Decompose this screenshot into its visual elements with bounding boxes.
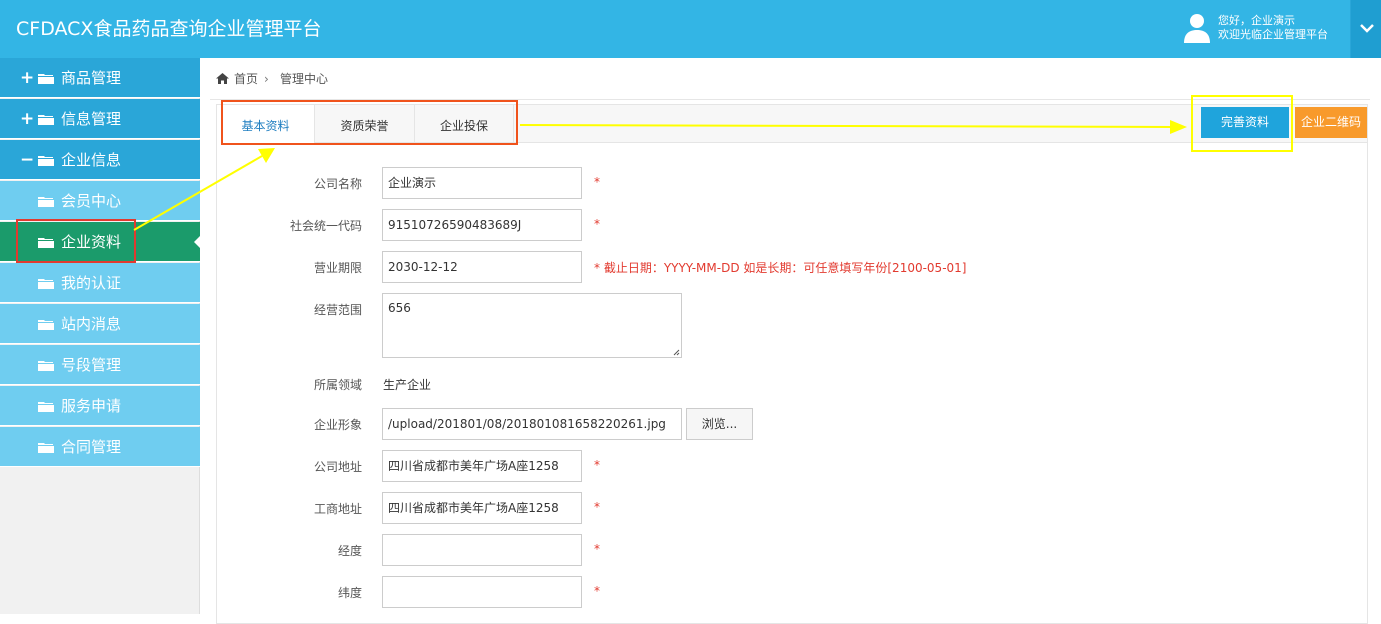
home-icon bbox=[216, 73, 229, 84]
business-scope-value: 656 bbox=[388, 301, 411, 315]
welcome-text: 欢迎光临企业管理平台 bbox=[1218, 28, 1328, 41]
required-mark: * bbox=[594, 217, 600, 231]
folder-icon bbox=[38, 279, 54, 289]
credit-code-label: 社会统一代码 bbox=[289, 219, 362, 233]
user-menu-toggle[interactable] bbox=[1350, 0, 1381, 58]
company-address-field[interactable]: 四川省成都市美年广场A座1258 bbox=[382, 450, 582, 482]
sidebar-item-service-request[interactable]: 服务申请 bbox=[0, 386, 200, 426]
sidebar-item-my-certification[interactable]: 我的认证 bbox=[0, 263, 200, 303]
sidebar-item-contracts[interactable]: 合同管理 bbox=[0, 427, 200, 467]
required-mark: * bbox=[594, 500, 600, 514]
user-greeting: 您好，企业演示 bbox=[1218, 14, 1295, 27]
sidebar-item-label: 企业信息 bbox=[61, 151, 122, 169]
header: CFDACX食品药品查询企业管理平台 您好，企业演示 欢迎光临企业管理平台 bbox=[0, 0, 1381, 58]
sidebar-item-label: 企业资料 bbox=[61, 233, 122, 251]
tab-basic-info[interactable]: 基本资料 bbox=[217, 105, 315, 143]
company-name-label: 公司名称 bbox=[313, 177, 362, 191]
folder-icon bbox=[38, 320, 54, 330]
resize-grip-icon[interactable] bbox=[673, 349, 680, 356]
required-mark: * bbox=[594, 458, 600, 472]
sidebar-item-goods[interactable]: + 商品管理 bbox=[0, 58, 200, 98]
tab-insurance[interactable]: 企业投保 bbox=[415, 105, 514, 143]
company-address-label: 公司地址 bbox=[313, 460, 362, 474]
sidebar-item-company[interactable]: − 企业信息 bbox=[0, 140, 200, 180]
sidebar-item-info[interactable]: + 信息管理 bbox=[0, 99, 200, 139]
business-term-label: 营业期限 bbox=[313, 261, 362, 275]
company-name-field[interactable]: 企业演示 bbox=[382, 167, 582, 199]
folder-icon bbox=[38, 402, 54, 412]
company-qrcode-button[interactable]: 企业二维码 bbox=[1295, 107, 1367, 138]
user-avatar-icon bbox=[1184, 14, 1210, 43]
complete-profile-button[interactable]: 完善资料 bbox=[1201, 107, 1289, 138]
domain-label: 所属领域 bbox=[313, 378, 362, 392]
breadcrumb-divider bbox=[210, 99, 1370, 100]
business-scope-textarea[interactable]: 656 bbox=[382, 293, 682, 358]
sidebar-item-label: 信息管理 bbox=[61, 110, 122, 128]
sidebar-item-label: 会员中心 bbox=[61, 192, 122, 210]
company-image-path-field[interactable]: /upload/201801/08/201801081658220261.jpg bbox=[382, 408, 682, 440]
expand-icon: + bbox=[20, 109, 35, 129]
latitude-label: 纬度 bbox=[337, 586, 362, 600]
sidebar-item-label: 站内消息 bbox=[61, 315, 122, 333]
tab-qualifications[interactable]: 资质荣誉 bbox=[315, 105, 415, 143]
active-caret-icon bbox=[194, 236, 200, 248]
folder-icon bbox=[38, 115, 54, 125]
sidebar-item-label: 合同管理 bbox=[61, 438, 122, 456]
breadcrumb-current: 管理中心 bbox=[280, 72, 329, 86]
sidebar-item-label: 我的认证 bbox=[61, 274, 122, 292]
collapse-icon: − bbox=[20, 150, 35, 170]
folder-icon bbox=[38, 74, 54, 84]
company-image-label: 企业形象 bbox=[313, 418, 362, 432]
business-scope-label: 经营范围 bbox=[313, 303, 362, 317]
folder-icon bbox=[38, 361, 54, 371]
user-info[interactable]: 您好，企业演示 欢迎光临企业管理平台 bbox=[1182, 12, 1347, 46]
browse-button[interactable]: 浏览... bbox=[686, 408, 753, 440]
app-title: CFDACX食品药品查询企业管理平台 bbox=[16, 18, 322, 40]
sidebar-item-label: 商品管理 bbox=[61, 69, 122, 87]
business-term-field[interactable]: 2030-12-12 bbox=[382, 251, 582, 283]
business-term-hint: * 截止日期：YYYY-MM-DD 如是长期：可任意填写年份[2100-05-0… bbox=[594, 261, 967, 275]
sidebar-item-messages[interactable]: 站内消息 bbox=[0, 304, 200, 344]
required-mark: * bbox=[594, 542, 600, 556]
credit-code-field[interactable]: 91510726590483689J bbox=[382, 209, 582, 241]
longitude-field[interactable] bbox=[382, 534, 582, 566]
registered-address-label: 工商地址 bbox=[313, 502, 362, 516]
sidebar-item-company-profile[interactable]: 企业资料 bbox=[0, 222, 200, 262]
breadcrumb-home-link[interactable]: 首页 bbox=[234, 68, 258, 90]
breadcrumb-separator: › bbox=[264, 72, 269, 86]
required-mark: * bbox=[594, 584, 600, 598]
sidebar-item-label: 号段管理 bbox=[61, 356, 122, 374]
required-mark: * bbox=[594, 175, 600, 189]
folder-icon bbox=[38, 197, 54, 207]
latitude-field[interactable] bbox=[382, 576, 582, 608]
registered-address-field[interactable]: 四川省成都市美年广场A座1258 bbox=[382, 492, 582, 524]
folder-icon bbox=[38, 443, 54, 453]
folder-icon bbox=[38, 156, 54, 166]
folder-icon bbox=[38, 238, 54, 248]
sidebar-item-number-segments[interactable]: 号段管理 bbox=[0, 345, 200, 385]
sidebar-item-member-center[interactable]: 会员中心 bbox=[0, 181, 200, 221]
longitude-label: 经度 bbox=[337, 544, 362, 558]
domain-value: 生产企业 bbox=[383, 378, 432, 392]
expand-icon: + bbox=[20, 68, 35, 88]
chevron-down-icon bbox=[1360, 24, 1374, 33]
sidebar-item-label: 服务申请 bbox=[61, 397, 122, 415]
